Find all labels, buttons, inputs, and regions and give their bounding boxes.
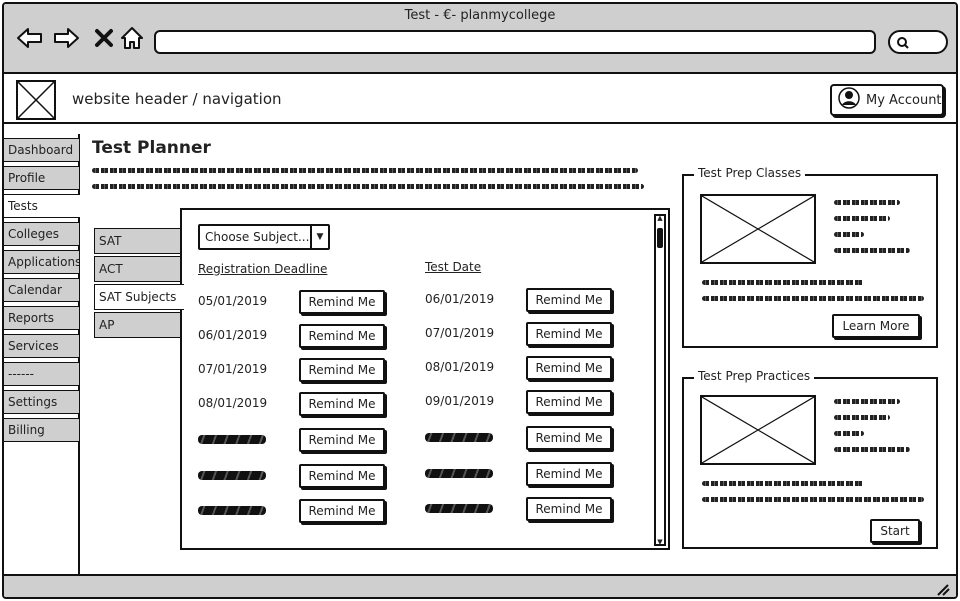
remind-me-button[interactable]: Remind Me (299, 358, 385, 382)
text-placeholder (834, 415, 890, 420)
text-placeholder (834, 232, 864, 237)
page-title: Test Planner (92, 138, 211, 158)
test-prep-classes-title: Test Prep Classes (694, 166, 806, 180)
my-account-label: My Account (866, 92, 942, 108)
redacted-date-placeholder (198, 471, 266, 480)
browser-toolbar: Test - €- planmycollege (4, 4, 956, 74)
image-placeholder (700, 395, 816, 465)
sidebar: Dashboard Profile Tests Colleges Applica… (4, 134, 80, 574)
resize-grip-icon[interactable] (934, 581, 950, 597)
test-prep-practices-group: Test Prep Practices Start (682, 369, 938, 549)
remind-me-button[interactable]: Remind Me (526, 322, 612, 346)
test-date: 09/01/2019 (425, 394, 495, 408)
scroll-down-icon[interactable]: ▼ (656, 538, 664, 546)
remind-me-button[interactable]: Remind Me (299, 499, 385, 523)
redacted-date-placeholder (198, 506, 266, 515)
remind-me-button[interactable]: Remind Me (299, 464, 385, 488)
remind-me-button[interactable]: Remind Me (299, 290, 385, 314)
vertical-scrollbar[interactable]: ▲ ▼ (654, 214, 666, 546)
scroll-up-icon[interactable]: ▲ (656, 214, 664, 222)
text-placeholder (834, 447, 910, 452)
sidebar-item-services[interactable]: Services (4, 334, 80, 358)
sidebar-item-colleges[interactable]: Colleges (4, 222, 80, 246)
browser-search-field[interactable] (888, 30, 948, 54)
registration-deadline-header: Registration Deadline (198, 262, 328, 276)
text-placeholder (702, 481, 864, 486)
text-placeholder (834, 431, 864, 436)
intro-text-placeholder (92, 168, 638, 173)
remind-me-button[interactable]: Remind Me (526, 497, 612, 521)
sidebar-item-settings[interactable]: Settings (4, 390, 80, 414)
tab-ap[interactable]: AP (94, 312, 184, 338)
scrollbar-thumb[interactable] (657, 228, 663, 248)
sidebar-item-profile[interactable]: Profile (4, 166, 80, 190)
close-icon[interactable] (90, 24, 118, 52)
test-prep-classes-group: Test Prep Classes Learn More (682, 166, 938, 348)
redacted-date-placeholder (425, 469, 493, 478)
remind-me-button[interactable]: Remind Me (526, 390, 612, 414)
sidebar-item-dashboard[interactable]: Dashboard (4, 138, 80, 162)
site-header: website header / navigation My Account (4, 76, 956, 124)
text-placeholder (834, 216, 890, 221)
address-bar[interactable] (154, 30, 876, 54)
redacted-date-placeholder (425, 504, 493, 513)
registration-deadline-date: 07/01/2019 (198, 362, 268, 376)
learn-more-button[interactable]: Learn More (832, 314, 920, 338)
test-prep-practices-title: Test Prep Practices (694, 369, 815, 383)
text-placeholder (834, 248, 910, 253)
test-date: 06/01/2019 (425, 292, 495, 306)
tab-sat[interactable]: SAT (94, 228, 184, 254)
search-icon (896, 35, 910, 54)
registration-deadline-date: 08/01/2019 (198, 396, 268, 410)
remind-me-button[interactable]: Remind Me (526, 356, 612, 380)
subject-select[interactable]: Choose Subject... ▼ (198, 224, 330, 250)
forward-icon[interactable] (52, 24, 80, 52)
intro-text-placeholder (92, 184, 644, 189)
text-placeholder (834, 399, 900, 404)
back-icon[interactable] (16, 24, 44, 52)
text-placeholder (834, 200, 900, 205)
remind-me-button[interactable]: Remind Me (299, 392, 385, 416)
sidebar-item-reports[interactable]: Reports (4, 306, 80, 330)
sidebar-item-calendar[interactable]: Calendar (4, 278, 80, 302)
text-placeholder (702, 497, 924, 502)
user-avatar-icon (838, 87, 860, 113)
sidebar-separator: ------ (4, 362, 80, 386)
redacted-date-placeholder (425, 433, 493, 442)
window-title: Test - €- planmycollege (404, 8, 556, 23)
remind-me-button[interactable]: Remind Me (299, 324, 385, 348)
chevron-down-icon[interactable]: ▼ (310, 226, 328, 248)
browser-status-bar (4, 574, 956, 597)
header-navigation-text: website header / navigation (72, 90, 282, 108)
test-date-header: Test Date (425, 260, 482, 274)
remind-me-button[interactable]: Remind Me (526, 288, 612, 312)
start-button[interactable]: Start (870, 519, 920, 543)
text-placeholder (702, 296, 924, 301)
image-placeholder (700, 194, 816, 264)
test-dates-panel: Choose Subject... ▼ Registration Deadlin… (180, 208, 670, 550)
logo-placeholder (16, 80, 56, 120)
subject-select-value: Choose Subject... (205, 230, 310, 244)
redacted-date-placeholder (198, 435, 266, 444)
test-date: 08/01/2019 (425, 360, 495, 374)
sidebar-item-billing[interactable]: Billing (4, 418, 80, 442)
tab-sat-subjects[interactable]: SAT Subjects (94, 284, 184, 310)
remind-me-button[interactable]: Remind Me (299, 428, 385, 452)
remind-me-button[interactable]: Remind Me (526, 426, 612, 450)
registration-deadline-date: 06/01/2019 (198, 328, 268, 342)
sidebar-item-tests[interactable]: Tests (4, 194, 80, 218)
test-date: 07/01/2019 (425, 326, 495, 340)
home-icon[interactable] (118, 24, 146, 52)
tab-act[interactable]: ACT (94, 256, 184, 282)
sidebar-item-applications[interactable]: Applications (4, 250, 80, 274)
remind-me-button[interactable]: Remind Me (526, 462, 612, 486)
browser-window: Test - €- planmycollege website header /… (2, 2, 958, 599)
registration-deadline-date: 05/01/2019 (198, 294, 268, 308)
my-account-button[interactable]: My Account (830, 84, 944, 116)
text-placeholder (702, 280, 864, 285)
